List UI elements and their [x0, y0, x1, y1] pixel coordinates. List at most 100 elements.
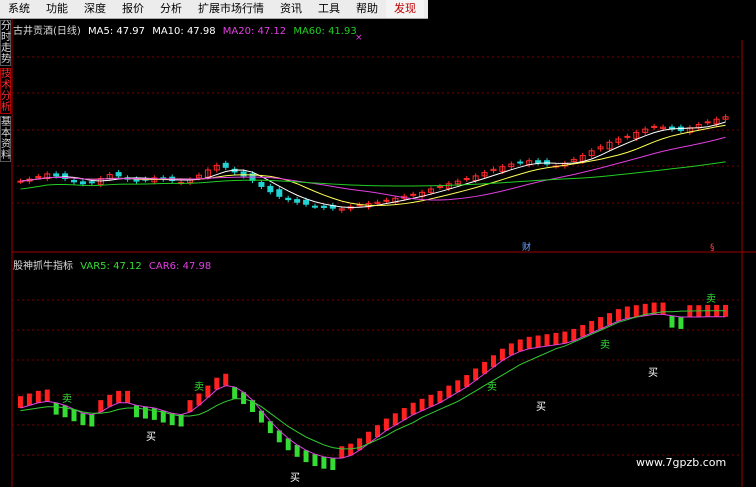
price-candle — [53, 173, 60, 177]
indicator-bar — [17, 396, 23, 409]
buy-signal-label: 买 — [648, 367, 658, 379]
indicator-bar — [26, 393, 32, 406]
stock-title: 古井贡酒(日线) — [13, 26, 81, 37]
bottom-panel-legend: 股神抓牛指标 VAR5: 47.12 CAR6: 47.98 — [13, 257, 215, 272]
price-candle — [651, 125, 658, 128]
indicator-bar — [223, 373, 229, 386]
price-candle — [258, 181, 265, 187]
indicator-bar — [607, 313, 613, 325]
price-candle — [517, 161, 524, 164]
sell-signal-label: 卖 — [194, 381, 204, 393]
menu-depth[interactable]: 深度 — [76, 0, 114, 18]
indicator-bar — [437, 390, 443, 403]
price-candle — [410, 193, 417, 196]
indicator-bar — [151, 408, 157, 420]
car6-value: CAR6: 47.98 — [148, 261, 212, 272]
indicator-bar — [535, 335, 541, 348]
price-candle — [463, 178, 470, 181]
price-candle — [303, 199, 310, 205]
price-candle — [71, 179, 78, 183]
price-candle — [88, 181, 95, 184]
event-label: 财 — [522, 241, 531, 253]
indicator-bar — [410, 402, 416, 415]
price-candle — [222, 162, 229, 168]
price-candle — [285, 197, 292, 201]
price-candle — [311, 205, 318, 208]
ma10-line — [20, 124, 726, 206]
menu-bar: 系统 功能 深度 报价 分析 扩展市场行情 资讯 工具 帮助 发现 — [0, 0, 428, 19]
indicator-bar — [660, 302, 666, 315]
indicator-bar — [232, 386, 238, 399]
indicator-bar — [107, 394, 113, 407]
price-candle — [276, 189, 283, 197]
stock-chart-window: × 财 § 买买买买卖卖卖卖卖 系统 功能 深度 报价 分析 扩展市场行情 资讯 工具… — [0, 0, 756, 487]
price-candle — [35, 176, 42, 179]
price-candle — [535, 160, 542, 164]
indicator-bar — [133, 405, 139, 418]
indicator-bar — [633, 305, 639, 318]
indicator-bar — [580, 324, 586, 337]
indicator-bar — [428, 394, 434, 407]
indicator-bar — [598, 317, 604, 329]
indicator-name: 股神抓牛指标 — [13, 261, 73, 272]
ma60-value: MA60: 41.93 — [293, 26, 357, 37]
buy-signal-label: 买 — [536, 401, 546, 413]
indicator-bar — [142, 406, 148, 419]
indicator-bar — [624, 306, 630, 319]
menu-analysis[interactable]: 分析 — [152, 0, 190, 18]
indicator-bar — [89, 414, 95, 427]
ma20-value: MA20: 47.12 — [222, 26, 287, 37]
indicator-bar — [339, 446, 345, 459]
side-tabs: 分时走势 技术分析 基本资料 — [0, 20, 11, 164]
menu-function[interactable]: 功能 — [38, 0, 76, 18]
tab-technical[interactable]: 技术分析 — [0, 68, 11, 114]
indicator-bar — [615, 309, 621, 322]
price-candle — [704, 121, 711, 124]
price-candle — [79, 181, 86, 185]
indicator-bar — [526, 336, 532, 349]
indicator-bar — [116, 390, 122, 403]
indicator-bar — [44, 389, 50, 402]
sell-signal-label: 卖 — [706, 293, 716, 305]
indicator-bar — [330, 458, 336, 470]
indicator-bar — [98, 400, 104, 412]
indicator-bar — [125, 390, 131, 403]
buy-signal-label: 买 — [146, 431, 156, 443]
menu-help[interactable]: 帮助 — [348, 0, 386, 18]
ma5-value: MA5: 47.97 — [88, 26, 146, 37]
price-candle — [624, 135, 631, 138]
tab-fundamentals[interactable]: 基本资料 — [0, 116, 11, 162]
menu-discover[interactable]: 发现 — [386, 0, 424, 18]
sell-signal-label: 卖 — [487, 381, 497, 393]
indicator-bar — [562, 331, 568, 344]
indicator-bar — [53, 402, 59, 415]
indicator-bar — [499, 348, 505, 361]
indicator-bar — [455, 380, 461, 393]
indicator-bar — [294, 444, 300, 457]
indicator-bar — [401, 408, 407, 420]
buy-signal-label: 买 — [290, 472, 300, 484]
indicator-bar — [80, 413, 86, 426]
indicator-bar — [392, 413, 398, 426]
price-candle — [115, 172, 122, 177]
menu-system[interactable]: 系统 — [0, 0, 38, 18]
menu-extended-market[interactable]: 扩展市场行情 — [190, 0, 272, 18]
car6-line — [20, 310, 726, 450]
indicator-bar — [214, 377, 220, 390]
tab-intraday[interactable]: 分时走势 — [0, 20, 11, 66]
ma5-line — [20, 121, 726, 209]
menu-tools[interactable]: 工具 — [310, 0, 348, 18]
watermark-text: www.7gpzb.com — [636, 456, 727, 469]
var5-line — [20, 313, 726, 459]
ma10-value: MA10: 47.98 — [152, 26, 216, 37]
indicator-bar — [383, 418, 389, 431]
indicator-bar — [35, 390, 41, 403]
var5-value: VAR5: 47.12 — [80, 261, 142, 272]
top-panel-legend: 古井贡酒(日线) MA5: 47.97 MA10: 47.98 MA20: 47… — [13, 22, 361, 37]
menu-news[interactable]: 资讯 — [272, 0, 310, 18]
indicator-bar — [321, 456, 327, 469]
menu-quote[interactable]: 报价 — [114, 0, 152, 18]
indicator-bar — [678, 317, 684, 329]
chart-canvas: ×财 §买买买买卖卖 卖卖卖 — [11, 18, 756, 487]
indicator-bar — [508, 343, 514, 356]
